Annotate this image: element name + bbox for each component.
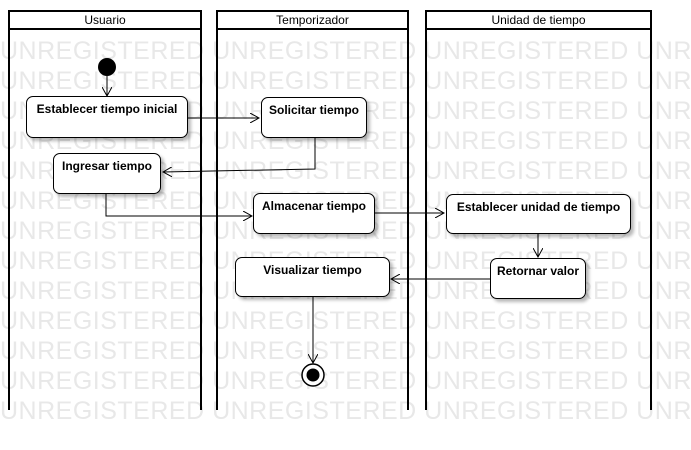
activity-establecer-tiempo-inicial[interactable]: Establecer tiempo inicial: [26, 96, 188, 138]
activity-visualizar-tiempo[interactable]: Visualizar tiempo: [235, 257, 390, 297]
activity-establecer-unidad-de-tiempo[interactable]: Establecer unidad de tiempo: [446, 194, 631, 234]
flow-solicitar-to-ingresar: [163, 138, 316, 172]
initial-node: [98, 58, 116, 76]
final-node: [301, 363, 325, 387]
activity-retornar-valor[interactable]: Retornar valor: [490, 258, 586, 299]
flow-ingresar-to-almacenar: [105, 194, 252, 216]
activity-diagram: UNREGISTERED UNREGISTERED UNREGISTERED U…: [0, 0, 691, 450]
activity-almacenar-tiempo[interactable]: Almacenar tiempo: [253, 193, 375, 234]
activity-ingresar-tiempo[interactable]: Ingresar tiempo: [53, 153, 161, 194]
activity-solicitar-tiempo[interactable]: Solicitar tiempo: [261, 97, 367, 138]
